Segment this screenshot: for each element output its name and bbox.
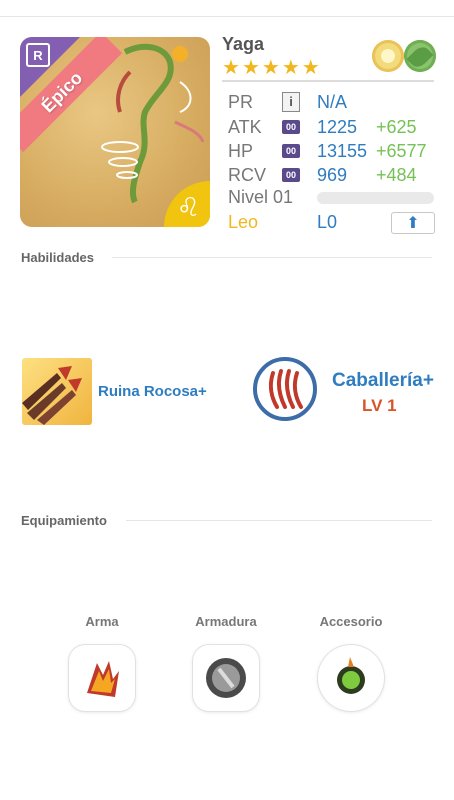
star-icon: ★ xyxy=(301,57,320,79)
character-name: Yaga xyxy=(222,34,265,54)
atk-label: ATK xyxy=(228,117,262,137)
section-skills-title: Habilidades xyxy=(21,250,94,265)
atk-value: 1225 xyxy=(317,117,358,137)
level-progress-bar xyxy=(317,192,434,204)
equipment-armor-slot[interactable] xyxy=(193,645,259,711)
arrow-up-icon: ⬆ xyxy=(406,215,420,232)
star-icon: ★ xyxy=(281,57,300,79)
skill-icon-rock[interactable] xyxy=(22,358,92,425)
star-icon: ★ xyxy=(241,57,260,79)
rarity-badge-icon: R xyxy=(26,43,50,67)
armor-icon xyxy=(206,658,246,698)
rcv-badge: 00 xyxy=(282,168,300,182)
level-label: Nivel 01 xyxy=(228,187,294,207)
hp-bonus: +6577 xyxy=(376,141,427,161)
section-equipment-title: Equipamiento xyxy=(21,513,107,528)
star-icon: ★ xyxy=(261,57,280,79)
skill-name-ruina[interactable]: Ruina Rocosa+ xyxy=(98,383,207,400)
equipment-weapon-label: Arma xyxy=(85,614,119,629)
equipment-accessory-slot[interactable] xyxy=(318,645,384,711)
section-skills-divider xyxy=(112,257,432,258)
pr-label: PR xyxy=(228,92,254,112)
pr-value: N/A xyxy=(317,92,348,112)
sun-attribute-icon xyxy=(372,40,404,72)
skill-level: LV 1 xyxy=(362,396,397,415)
star-rating: ★ ★ ★ ★ ★ xyxy=(222,58,320,78)
claw-marks-icon xyxy=(268,369,303,409)
character-card[interactable]: R Épico ♌ xyxy=(20,37,210,227)
sign-value: L0 xyxy=(317,212,338,232)
section-equipment-divider xyxy=(126,520,432,521)
atk-bonus: +625 xyxy=(376,117,417,137)
rcv-value: 969 xyxy=(317,165,348,185)
leaf-attribute-icon xyxy=(404,40,436,72)
name-divider xyxy=(222,80,434,82)
hp-badge: 00 xyxy=(282,144,300,158)
equipment-weapon-slot[interactable] xyxy=(69,645,135,711)
atk-badge: 00 xyxy=(282,120,300,134)
skill-name-caballeria[interactable]: Caballería+ xyxy=(332,370,434,392)
hp-label: HP xyxy=(228,141,254,161)
accessory-icon xyxy=(337,657,365,694)
hp-value: 13155 xyxy=(317,141,368,161)
top-divider xyxy=(0,16,454,17)
sign-label: Leo xyxy=(228,212,259,232)
star-icon: ★ xyxy=(222,57,240,79)
skill-icon-claw[interactable] xyxy=(253,357,317,421)
equipment-armor-label: Armadura xyxy=(195,614,257,629)
info-icon[interactable]: i xyxy=(282,92,300,112)
weapon-icon xyxy=(87,661,119,697)
upgrade-button[interactable]: ⬆ xyxy=(391,212,435,234)
rock-arrows-icon xyxy=(22,366,82,425)
rcv-bonus: +484 xyxy=(376,165,417,185)
rcv-label: RCV xyxy=(228,165,267,185)
equipment-accessory-label: Accesorio xyxy=(319,614,383,629)
